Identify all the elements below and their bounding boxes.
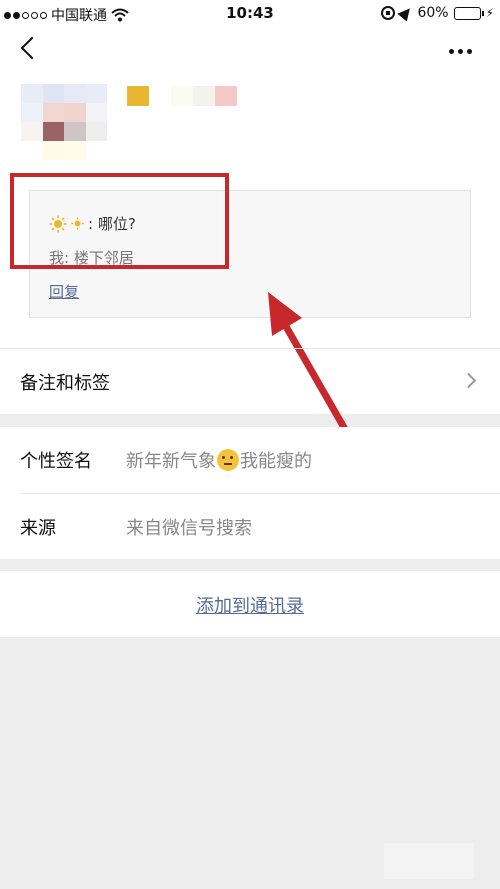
rotation-lock-icon bbox=[381, 6, 396, 20]
watermark bbox=[384, 843, 474, 879]
remarks-and-tags-row[interactable]: 备注和标签 bbox=[0, 348, 500, 414]
battery-percent: 60% bbox=[417, 5, 449, 21]
more-icon[interactable] bbox=[449, 49, 472, 54]
remarks-and-tags-label: 备注和标签 bbox=[20, 373, 110, 394]
status-bar: 中国联通 10:43 60% ⚡ bbox=[0, 0, 500, 26]
add-contact-card: 添加到通讯录 bbox=[0, 571, 500, 637]
avatar[interactable] bbox=[21, 84, 107, 160]
highlight-box bbox=[10, 173, 229, 269]
profile-card: : 哪位? 我: 楼下邻居 回复 备注和标签 bbox=[0, 26, 500, 442]
location-icon bbox=[397, 4, 415, 22]
signature-label: 个性签名 bbox=[20, 451, 92, 472]
status-right: 60% ⚡ bbox=[381, 4, 494, 22]
reply-link[interactable]: 回复 bbox=[49, 281, 79, 302]
charging-icon: ⚡ bbox=[485, 6, 494, 20]
source-label: 来源 bbox=[20, 518, 56, 539]
signature-row: 个性签名 新年新气象 我能瘦的 bbox=[0, 427, 500, 493]
info-card: 个性签名 新年新气象 我能瘦的 来源 来自微信号搜索 bbox=[0, 427, 500, 559]
chevron-right-icon bbox=[460, 372, 477, 389]
signature-value: 新年新气象 我能瘦的 bbox=[126, 447, 312, 473]
signature-text-part1: 新年新气象 bbox=[126, 451, 216, 472]
source-row: 来源 来自微信号搜索 bbox=[20, 493, 500, 559]
signature-text-part2: 我能瘦的 bbox=[240, 451, 312, 472]
nickname-mosaic bbox=[127, 86, 237, 106]
back-icon[interactable] bbox=[20, 36, 44, 60]
battery-icon bbox=[453, 6, 484, 20]
add-to-contacts-button[interactable]: 添加到通讯录 bbox=[0, 592, 500, 618]
thinking-face-icon bbox=[217, 449, 239, 471]
source-value: 来自微信号搜索 bbox=[126, 518, 252, 539]
